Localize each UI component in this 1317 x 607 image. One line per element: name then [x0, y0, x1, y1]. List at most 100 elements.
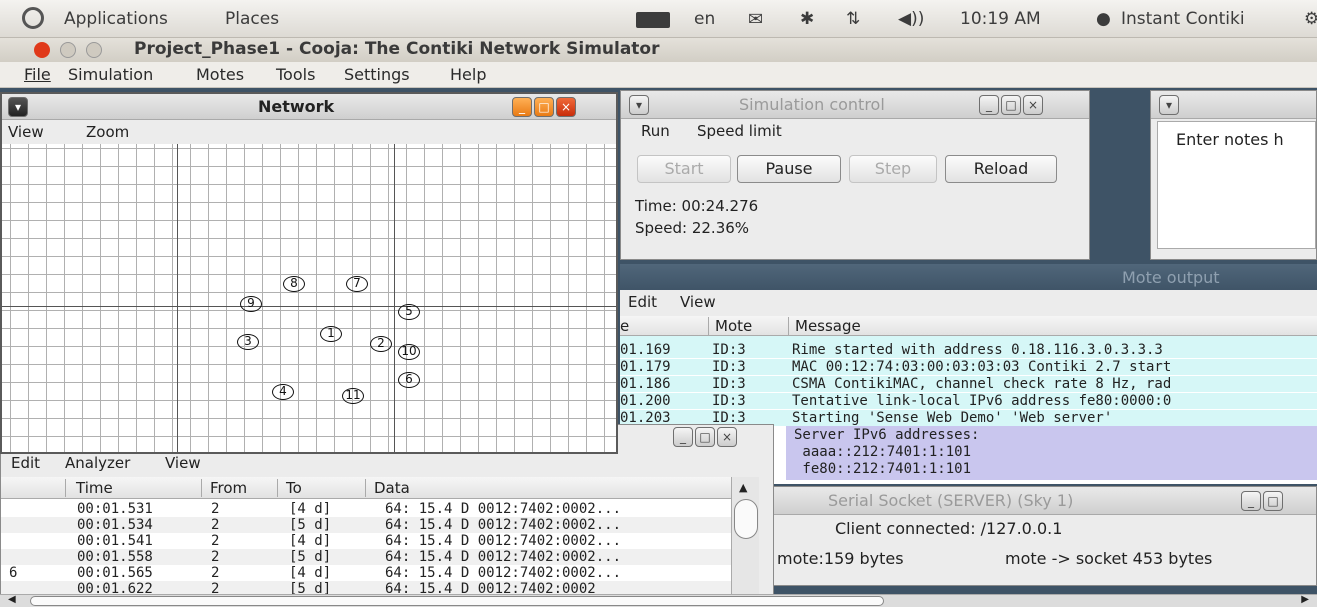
header-data[interactable]: Data: [365, 479, 410, 497]
mote-10[interactable]: 10: [398, 344, 420, 360]
mote-8[interactable]: 8: [283, 276, 305, 292]
table-row[interactable]: 01.169 ID:3 Rime started with address 0.18…: [620, 342, 1317, 358]
mote-1[interactable]: 1: [320, 326, 342, 342]
minimize-icon[interactable]: _: [673, 427, 693, 447]
step-button[interactable]: Step: [849, 155, 937, 183]
menu-motes[interactable]: Motes: [196, 65, 244, 84]
table-row[interactable]: 01.186 ID:3 CSMA ContikiMAC, channel check…: [620, 376, 1317, 392]
network-window: ▾ Network _ □ × View Zoom 1 2 3 4 5 6 7 8 9 10 11: [0, 92, 618, 454]
menu-run[interactable]: Run: [641, 122, 670, 140]
minimize-icon[interactable]: _: [512, 97, 532, 117]
mote-bytes: mote:159 bytes: [777, 549, 904, 568]
minimize-icon[interactable]: [60, 42, 76, 58]
vertical-scrollbar[interactable]: ▲: [731, 477, 759, 595]
user-name[interactable]: Instant Contiki: [1121, 9, 1245, 29]
scroll-thumb[interactable]: [30, 596, 884, 606]
pause-button[interactable]: Pause: [737, 155, 841, 183]
table-row[interactable]: 01.179 ID:3 MAC 00:12:74:03:00:03:03:03 Co…: [620, 359, 1317, 375]
maximize-icon[interactable]: [86, 42, 102, 58]
maximize-icon[interactable]: □: [1263, 491, 1283, 511]
menu-edit[interactable]: Edit: [628, 293, 657, 311]
places-menu[interactable]: Places: [225, 9, 279, 29]
cell-to: [5 d]: [289, 517, 332, 533]
table-row[interactable]: 6 00:01.565 2 [4 d] 64: 15.4 D 0012:7402:000…: [1, 565, 731, 581]
table-row[interactable]: 00:01.541 2 [4 d] 64: 15.4 D 0012:7402:0002…: [1, 533, 731, 549]
serial-socket-titlebar[interactable]: Serial Socket (SERVER) (Sky 1) _ □: [773, 487, 1316, 515]
menu-view[interactable]: View: [680, 293, 716, 311]
menu-settings[interactable]: Settings: [344, 65, 410, 84]
close-icon[interactable]: ×: [717, 427, 737, 447]
scroll-right-icon[interactable]: ▶: [1301, 594, 1309, 605]
keyboard-icon[interactable]: [636, 12, 670, 28]
table-row[interactable]: 00:01.534 2 [5 d] 64: 15.4 D 0012:7402:0002…: [1, 517, 731, 533]
window-menu-icon[interactable]: ▾: [1159, 95, 1179, 115]
notes-titlebar[interactable]: ▾: [1151, 91, 1316, 119]
mail-icon[interactable]: ✉: [748, 9, 763, 30]
menu-analyzer[interactable]: Analyzer: [65, 454, 130, 472]
mote-7[interactable]: 7: [346, 276, 368, 292]
cell-from: 2: [211, 549, 220, 565]
clock[interactable]: 10:19 AM: [960, 9, 1041, 29]
header-message[interactable]: Message: [788, 317, 861, 335]
applications-menu[interactable]: Applications: [64, 9, 168, 29]
mote-11[interactable]: 11: [342, 388, 364, 404]
menu-edit[interactable]: Edit: [11, 454, 40, 472]
table-row[interactable]: 00:01.558 2 [5 d] 64: 15.4 D 0012:7402:0002…: [1, 549, 731, 565]
bluetooth-icon[interactable]: ✱: [800, 9, 814, 29]
cell-mote: ID:3: [712, 359, 746, 375]
scroll-left-icon[interactable]: ◀: [8, 594, 16, 605]
table-header: Time From To Data: [1, 477, 731, 499]
window-menu-icon[interactable]: ▾: [629, 95, 649, 115]
settings-icon[interactable]: ⚙: [1304, 9, 1317, 29]
mote-output-titlebar[interactable]: Mote output: [620, 264, 1317, 292]
cell-to: [4 d]: [289, 533, 332, 549]
minimize-icon[interactable]: _: [979, 95, 999, 115]
close-icon[interactable]: ×: [1023, 95, 1043, 115]
header-time[interactable]: Time: [65, 479, 201, 497]
simulation-control-titlebar[interactable]: ▾ Simulation control _ □ ×: [621, 91, 1089, 119]
menu-tools[interactable]: Tools: [276, 65, 315, 84]
menu-view[interactable]: View: [165, 454, 201, 472]
window-menu-icon[interactable]: ▾: [8, 97, 28, 117]
reload-button[interactable]: Reload: [945, 155, 1057, 183]
cell-from: 2: [211, 533, 220, 549]
mote-9[interactable]: 9: [240, 296, 262, 312]
menu-speed-limit[interactable]: Speed limit: [697, 122, 782, 140]
mote-4[interactable]: 4: [272, 384, 294, 400]
header-mote[interactable]: Mote: [708, 317, 788, 335]
volume-icon[interactable]: ◀)): [898, 9, 924, 29]
menu-simulation[interactable]: Simulation: [68, 65, 153, 84]
table-row[interactable]: 00:01.531 2 [4 d] 64: 15.4 D 0012:7402:0002…: [1, 501, 731, 517]
mote-2[interactable]: 2: [370, 336, 392, 352]
maximize-icon[interactable]: □: [695, 427, 715, 447]
scroll-thumb[interactable]: [734, 499, 758, 539]
maximize-icon[interactable]: □: [534, 97, 554, 117]
start-button[interactable]: Start: [637, 155, 731, 183]
network-titlebar[interactable]: ▾ Network _ □ ×: [2, 94, 616, 120]
network-canvas[interactable]: 1 2 3 4 5 6 7 8 9 10 11: [2, 144, 616, 452]
maximize-icon[interactable]: □: [1001, 95, 1021, 115]
radio-menubar: Edit Analyzer View: [1, 451, 773, 475]
network-icon[interactable]: ⇅: [846, 9, 860, 29]
horizontal-scrollbar[interactable]: ◀ ▶: [0, 594, 1317, 607]
header-time[interactable]: e: [620, 317, 629, 335]
header-from[interactable]: From: [201, 479, 277, 497]
minimize-icon[interactable]: _: [1241, 491, 1261, 511]
menu-file[interactable]: File: [24, 65, 51, 84]
menu-zoom[interactable]: Zoom: [86, 123, 129, 141]
menu-view[interactable]: View: [8, 123, 44, 141]
notes-textarea[interactable]: Enter notes h: [1157, 121, 1316, 249]
mote-5[interactable]: 5: [398, 304, 420, 320]
ubuntu-logo-icon[interactable]: [22, 7, 44, 29]
keyboard-layout[interactable]: en: [694, 9, 715, 29]
table-row[interactable]: 01.200 ID:3 Tentative link-local IPv6 addr…: [620, 393, 1317, 409]
menu-help[interactable]: Help: [450, 65, 486, 84]
header-to[interactable]: To: [277, 479, 365, 497]
scroll-up-icon[interactable]: ▲: [739, 481, 747, 494]
close-icon[interactable]: ×: [556, 97, 576, 117]
grid-axis-h: [2, 306, 616, 307]
mote-3[interactable]: 3: [237, 334, 259, 350]
mote-6[interactable]: 6: [398, 372, 420, 388]
close-icon[interactable]: [34, 42, 50, 58]
serial-socket-title: Serial Socket (SERVER) (Sky 1): [828, 491, 1074, 510]
